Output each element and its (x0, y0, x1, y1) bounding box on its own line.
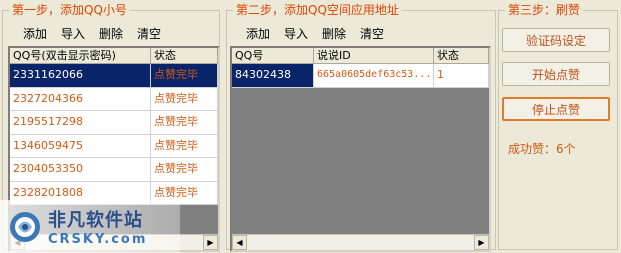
table-row[interactable]: 2195517298 点赞完毕 (10, 111, 218, 135)
step1-title: 第一步，添加QQ小号 (9, 3, 130, 17)
status-cell: 点赞完毕 (151, 87, 218, 110)
table-row[interactable]: 2304053350 点赞完毕 (10, 158, 218, 182)
watermark-en: CRSKY.com (48, 232, 148, 247)
step1-toolbar: 添加 导入 删除 清空 (16, 24, 168, 44)
table-row[interactable]: 2327204366 点赞完毕 (10, 87, 218, 111)
step2-delete-button[interactable]: 删除 (315, 24, 353, 44)
step2-add-button[interactable]: 添加 (239, 24, 277, 44)
table-row[interactable]: 2331162066 点赞完毕 (10, 64, 218, 88)
list-header: QQ号 说说ID 状态 (232, 48, 489, 64)
stop-like-button[interactable]: 停止点赞 (502, 97, 610, 121)
column-header-status[interactable]: 状态 (434, 48, 489, 64)
watermark-text: 非凡软件站 CRSKY.com (48, 206, 147, 247)
status-cell: 点赞完毕 (151, 64, 218, 87)
qq-cell: 2195517298 (10, 111, 151, 134)
step2-url-list[interactable]: QQ号 说说ID 状态 84302438 665a0605def63c53...… (230, 46, 491, 252)
scroll-left-icon[interactable]: ◀ (232, 235, 247, 250)
status-cell: 点赞完毕 (151, 158, 218, 181)
step2-horizontal-scrollbar[interactable]: ◀ ▶ (232, 234, 489, 250)
qq-cell: 1346059475 (10, 134, 151, 157)
qq-cell: 2327204366 (10, 87, 151, 110)
scroll-right-icon[interactable]: ▶ (474, 235, 489, 250)
step1-import-button[interactable]: 导入 (54, 24, 92, 44)
column-header-qq[interactable]: QQ号(双击显示密码) (10, 48, 151, 64)
column-header-qq[interactable]: QQ号 (232, 48, 314, 64)
table-row[interactable]: 1346059475 点赞完毕 (10, 134, 218, 158)
table-row[interactable]: 84302438 665a0605def63c53... 1 (232, 64, 489, 88)
watermark: 非凡软件站 CRSKY.com (0, 200, 180, 253)
scroll-right-icon[interactable]: ▶ (203, 235, 218, 250)
step1-clear-button[interactable]: 清空 (130, 24, 168, 44)
list-header: QQ号(双击显示密码) 状态 (10, 48, 218, 64)
step2-title: 第二步，添加QQ空间应用地址 (233, 3, 402, 17)
watermark-cn: 非凡软件站 (48, 210, 143, 231)
status-cell: 点赞完毕 (151, 111, 218, 134)
step2-toolbar: 添加 导入 删除 清空 (239, 24, 391, 44)
step1-delete-button[interactable]: 删除 (92, 24, 130, 44)
step1-add-button[interactable]: 添加 (16, 24, 54, 44)
step2-clear-button[interactable]: 清空 (353, 24, 391, 44)
qq-cell: 2304053350 (10, 158, 151, 181)
status-cell: 1 (434, 64, 489, 87)
column-header-status[interactable]: 状态 (151, 48, 218, 64)
column-header-post-id[interactable]: 说说ID (314, 48, 434, 64)
step3-title: 第三步：刷赞 (505, 3, 584, 17)
success-count: 成功赞：6个 (508, 142, 576, 156)
crsky-logo-icon (10, 211, 40, 242)
start-like-button[interactable]: 开始点赞 (502, 62, 610, 86)
step2-import-button[interactable]: 导入 (277, 24, 315, 44)
scroll-track[interactable] (247, 235, 474, 250)
post-id-cell: 665a0605def63c53... (314, 64, 434, 87)
qq-cell: 2331162066 (10, 64, 151, 87)
captcha-settings-button[interactable]: 验证码设定 (502, 28, 610, 52)
qq-cell: 84302438 (232, 64, 314, 87)
status-cell: 点赞完毕 (151, 134, 218, 157)
